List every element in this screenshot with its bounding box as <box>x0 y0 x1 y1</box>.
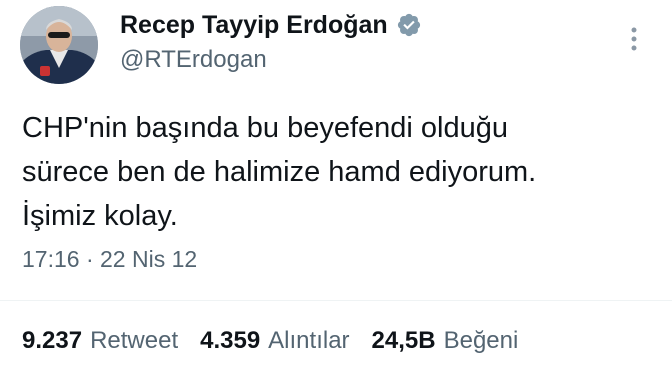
tweet-text: CHP'nin başında bu beyefendi olduğu süre… <box>22 106 652 238</box>
quote-stat[interactable]: 4.359 Alıntılar <box>200 324 349 358</box>
timestamp-separator: · <box>85 246 94 272</box>
tweet-text-line: sürece ben de halimize hamd ediyorum. <box>22 156 537 188</box>
tweet-text-line: İşimiz kolay. <box>22 200 178 232</box>
like-count: 24,5B <box>371 327 436 354</box>
author-name[interactable]: Recep Tayyip Erdoğan <box>120 8 422 42</box>
verified-badge-icon <box>396 12 422 38</box>
tweet-date[interactable]: 22 Nis 12 <box>100 246 197 272</box>
author-handle[interactable]: @RTErdogan <box>120 44 267 76</box>
tweet-stats: 9.237 Retweet 4.359 Alıntılar 24,5B Beğe… <box>22 324 540 358</box>
avatar[interactable] <box>20 6 98 84</box>
tweet-text-line: CHP'nin başında bu beyefendi olduğu <box>22 112 509 144</box>
tweet-time[interactable]: 17:16 <box>22 246 80 272</box>
author-display-name[interactable]: Recep Tayyip Erdoğan <box>120 8 388 42</box>
quote-label: Alıntılar <box>268 327 350 354</box>
tweet-timestamp[interactable]: 17:16 · 22 Nis 12 <box>22 243 197 275</box>
retweet-label: Retweet <box>90 327 179 354</box>
avatar-image <box>20 6 98 84</box>
divider <box>0 300 672 301</box>
retweet-stat[interactable]: 9.237 Retweet <box>22 324 178 358</box>
quote-count: 4.359 <box>200 327 261 354</box>
more-vertical-icon[interactable] <box>624 24 644 54</box>
like-stat[interactable]: 24,5B Beğeni <box>372 324 519 358</box>
like-label: Beğeni <box>443 327 519 354</box>
retweet-count: 9.237 <box>22 327 83 354</box>
